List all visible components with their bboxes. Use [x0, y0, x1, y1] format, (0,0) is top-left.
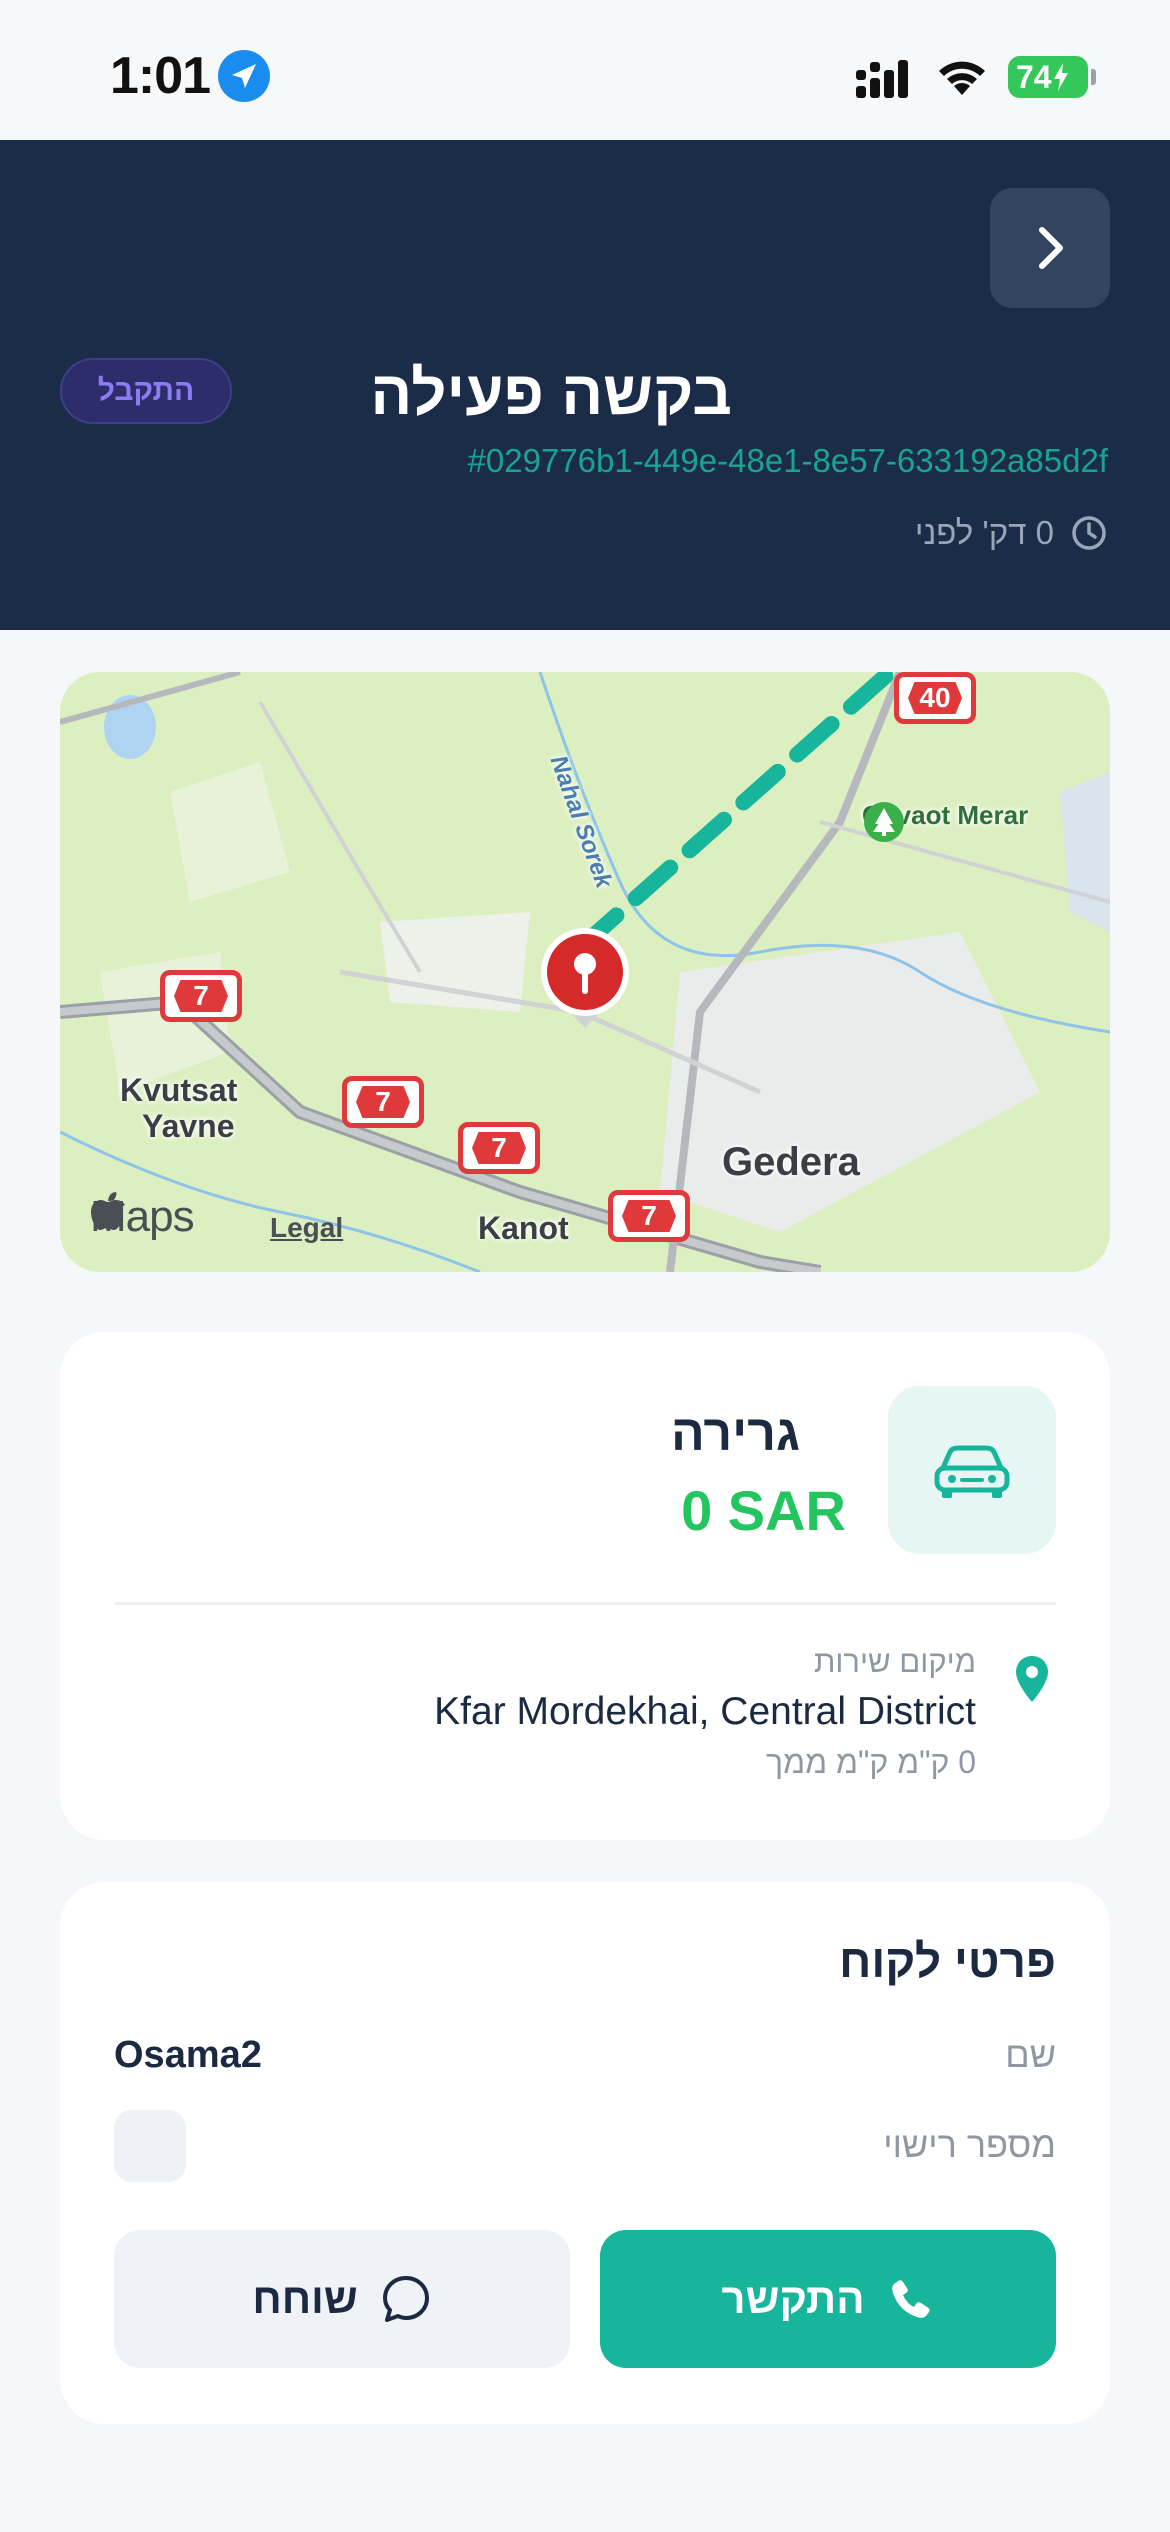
map-pin-icon	[1016, 1656, 1048, 1702]
route-7-badge: 7	[608, 1190, 690, 1242]
map-label-kanot: Kanot	[478, 1210, 569, 1246]
battery-level: 74	[1016, 58, 1052, 95]
name-label: שם	[1005, 2034, 1056, 2075]
customer-name: Osama2	[114, 2034, 262, 2076]
route-number: 7	[622, 1200, 676, 1232]
route-number: 7	[356, 1086, 410, 1118]
license-label: מספר רישוי	[883, 2124, 1056, 2165]
location-arrow-icon	[218, 50, 270, 102]
chat-label: שוחח	[252, 2275, 358, 2322]
location-label: מיקום שירות	[813, 1644, 976, 1679]
car-icon	[934, 1445, 1010, 1498]
request-id: #029776b1-449e-48e1-8e57-633192a85d2f	[467, 442, 1108, 479]
status-time: 1:01	[110, 47, 211, 105]
location-distance: 0 ק"מ ק"מ ממך	[766, 1744, 976, 1780]
chevron-right-icon	[1039, 227, 1063, 269]
charging-icon	[1053, 63, 1068, 91]
call-button[interactable]: התקשר	[600, 2230, 1056, 2368]
page-title: בקשה פעילה	[370, 359, 732, 428]
chat-bubble-icon	[382, 2276, 429, 2322]
route-7-badge: 7	[160, 970, 242, 1022]
route-number: 7	[472, 1132, 526, 1164]
time-ago: 0 דק' לפני	[914, 514, 1054, 551]
status-badge: התקבל	[60, 358, 232, 424]
route-number: 7	[174, 980, 228, 1012]
route-7-badge: 7	[458, 1122, 540, 1174]
phone-icon	[891, 2280, 930, 2318]
license-value	[114, 2110, 186, 2182]
time-ago-row: 0 דק' לפני	[915, 514, 1108, 552]
maps-brand: Maps	[90, 1192, 195, 1242]
apple-logo-icon	[91, 1192, 125, 1230]
legal-link[interactable]: Legal	[270, 1212, 343, 1244]
service-price: 0 SAR	[681, 1479, 846, 1542]
map-label-kvutsat: Kvutsat	[120, 1072, 238, 1108]
route-number: 40	[908, 682, 962, 714]
route-7-badge: 7	[342, 1076, 424, 1128]
park-icon	[864, 802, 904, 842]
signal-icon	[856, 60, 908, 98]
location-map[interactable]: 40 7 7 7 7 Kvutsat Yavne Gedera Kanot Ge…	[60, 672, 1110, 1272]
chat-button[interactable]: שוחח	[114, 2230, 570, 2368]
back-button[interactable]	[990, 188, 1110, 308]
map-label-yavne: Yavne	[142, 1108, 235, 1144]
wifi-icon	[939, 61, 985, 95]
service-icon-box	[888, 1386, 1056, 1554]
service-name: גרירה	[671, 1405, 800, 1461]
battery-indicator: 74	[1008, 56, 1096, 98]
service-card: גרירה 0 SAR מיקום שירות Kfar Mordekhai, …	[60, 1332, 1110, 1840]
route-40-badge: 40	[894, 672, 976, 724]
map-label-gevaot: Gevaot Merar	[862, 800, 1028, 842]
location-pin-icon	[541, 928, 629, 1028]
customer-card: פרטי לקוח שם Osama2 מספר רישוי התקשר שוח…	[60, 1882, 1110, 2424]
customer-title: פרטי לקוח	[839, 1935, 1056, 1987]
request-header: התקבל בקשה פעילה #029776b1-449e-48e1-8e5…	[0, 140, 1170, 630]
status-bar: 1:01 74	[0, 0, 1170, 140]
clock-icon	[1072, 516, 1106, 550]
call-label: התקשר	[721, 2275, 865, 2322]
map-label-gedera: Gedera	[722, 1140, 860, 1184]
divider	[114, 1602, 1056, 1605]
location-value: Kfar Mordekhai, Central District	[434, 1690, 976, 1733]
